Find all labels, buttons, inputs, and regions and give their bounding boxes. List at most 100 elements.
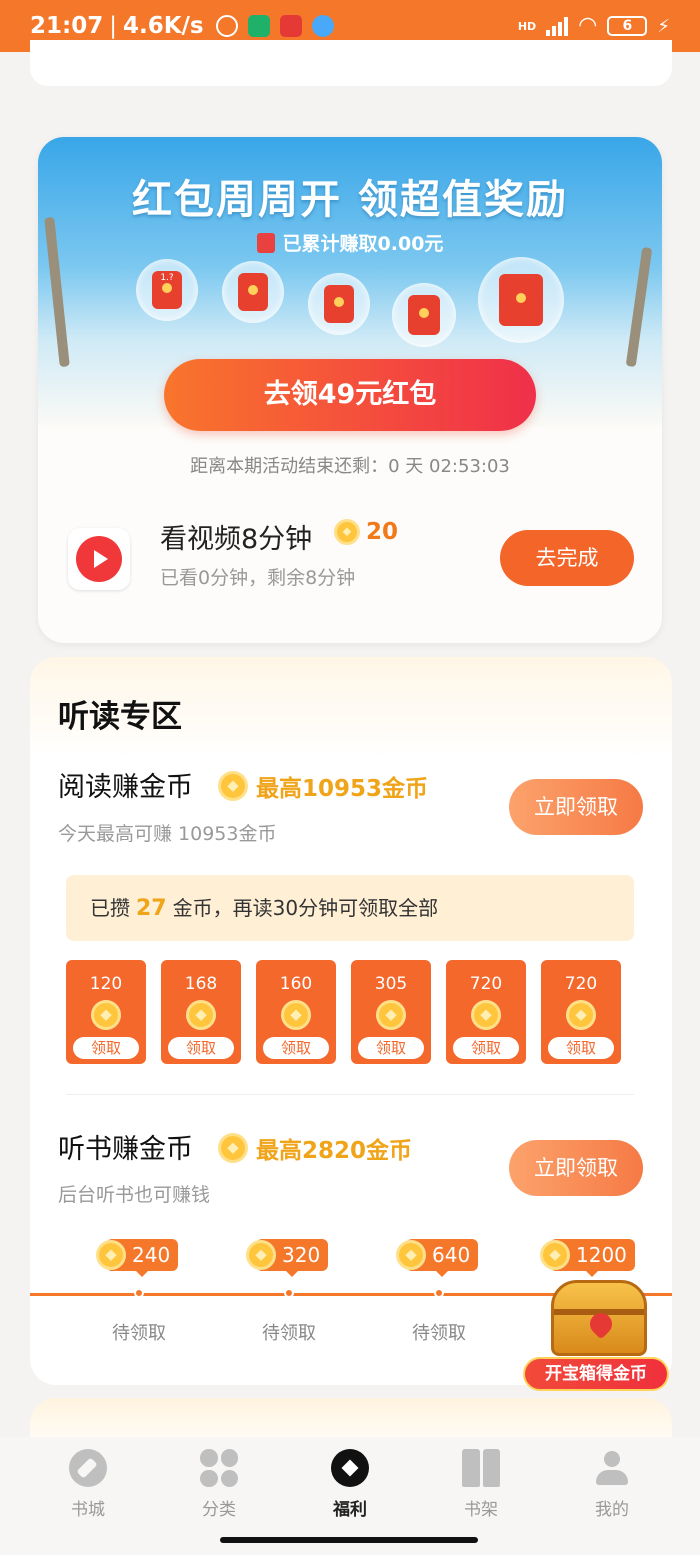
coin-icon <box>218 1133 248 1163</box>
compass-icon <box>69 1449 107 1487</box>
bubble-label: 1.? <box>160 273 174 283</box>
listen-max-label: 最高2820金币 <box>256 1138 413 1164</box>
reward-packet[interactable]: 120 领取 <box>66 960 146 1064</box>
reward-packet[interactable]: 720 领取 <box>446 960 526 1064</box>
go-complete-button[interactable]: 去完成 <box>500 530 634 586</box>
nav-welfare[interactable]: 福利 <box>310 1449 390 1520</box>
nav-label: 书架 <box>464 1500 498 1520</box>
reward-packet[interactable]: 160 领取 <box>256 960 336 1064</box>
watch-video-task: 看视频8分钟 20 已看0分钟，剩余8分钟 去完成 <box>38 515 662 605</box>
coin-icon <box>91 1000 121 1030</box>
home-indicator[interactable] <box>220 1537 478 1543</box>
progress-coins: 27 <box>136 896 167 921</box>
red-envelope-bubble-3[interactable] <box>308 273 370 335</box>
chat-app-icon <box>311 15 334 37</box>
category-grid-icon <box>200 1449 238 1487</box>
task-reward-value: 20 <box>366 519 399 545</box>
listen-earn-subtitle: 后台听书也可赚钱 <box>58 1184 211 1206</box>
read-progress-box: 已攒 27 金币，再读30分钟可领取全部 <box>66 875 634 941</box>
packet-claim-label[interactable]: 领取 <box>73 1037 139 1059</box>
nav-label: 福利 <box>333 1500 367 1520</box>
progress-prefix: 已攒 <box>90 896 130 920</box>
status-time: 21:07 <box>30 13 104 39</box>
coin-icon <box>218 771 248 801</box>
packet-claim-label[interactable]: 领取 <box>358 1037 424 1059</box>
progress-suffix: 金币，再读30分钟可领取全部 <box>172 896 439 920</box>
red-envelope-icon <box>324 285 354 323</box>
claim-49-yuan-button[interactable]: 去领49元红包 <box>164 359 536 431</box>
nav-bookstore[interactable]: 书城 <box>48 1449 128 1520</box>
packet-value: 120 <box>89 974 123 994</box>
milestone-value: 640 <box>432 1243 471 1267</box>
red-envelope-bubble-4[interactable] <box>392 283 456 347</box>
milestone-status: 待领取 <box>112 1323 166 1344</box>
listen-claim-button[interactable]: 立即领取 <box>509 1140 643 1196</box>
video-app-icon <box>68 528 130 590</box>
task-reward: 20 <box>334 519 398 545</box>
read-reward-packets: 120 领取 168 领取 160 领取 305 领取 720 领取 720 领取 <box>66 960 642 1064</box>
milestone-status: 待领取 <box>412 1323 466 1344</box>
earned-text: 已累计赚取0.00元 <box>282 233 444 255</box>
charging-icon: ⚡ <box>657 15 670 37</box>
read-earn-subtitle: 今天最高可赚 10953金币 <box>58 823 277 845</box>
read-max-reward: 最高10953金币 <box>218 769 428 803</box>
reward-packet[interactable]: 720 领取 <box>541 960 621 1064</box>
treasure-label: 开宝箱得金币 <box>523 1357 669 1391</box>
previous-card-remnant <box>30 40 672 86</box>
milestone-tag: 1200 <box>540 1239 635 1271</box>
zone-title: 听读专区 <box>58 699 182 735</box>
packet-claim-label[interactable]: 领取 <box>453 1037 519 1059</box>
heart-icon <box>585 1308 617 1340</box>
coin-icon <box>281 1000 311 1030</box>
community-app-icon <box>279 15 302 37</box>
coin-icon <box>540 1240 570 1270</box>
packet-claim-label[interactable]: 领取 <box>263 1037 329 1059</box>
nav-label: 书城 <box>71 1500 105 1520</box>
red-envelope-icon <box>238 273 268 311</box>
coin-icon <box>186 1000 216 1030</box>
packet-claim-label[interactable]: 领取 <box>548 1037 614 1059</box>
nav-category[interactable]: 分类 <box>179 1449 259 1520</box>
milestone-tag: 320 <box>246 1239 329 1271</box>
packet-value: 305 <box>374 974 408 994</box>
treasure-chest-widget[interactable]: 开宝箱得金币 <box>523 1272 669 1394</box>
status-right: HD ◠ 6 ⚡ <box>518 15 670 37</box>
coin-icon <box>396 1240 426 1270</box>
reward-packet[interactable]: 168 领取 <box>161 960 241 1064</box>
read-claim-button[interactable]: 立即领取 <box>509 779 643 835</box>
milestone-dot <box>134 1288 144 1298</box>
nav-bookshelf[interactable]: 书架 <box>441 1449 521 1520</box>
status-net-speed: 4.6K/s <box>122 13 204 39</box>
read-earn-title: 阅读赚金币 <box>58 772 193 803</box>
treasure-chest-icon <box>551 1280 647 1356</box>
earned-amount: 已累计赚取0.00元 <box>38 229 662 256</box>
nav-label: 分类 <box>202 1500 236 1520</box>
status-separator: | <box>109 13 117 39</box>
alarm-icon <box>215 15 238 37</box>
coin-icon <box>471 1000 501 1030</box>
red-envelope-mini-icon <box>256 233 275 253</box>
section-divider <box>66 1094 634 1095</box>
activity-countdown: 距离本期活动结束还剩：0 天 02:53:03 <box>190 456 510 477</box>
red-envelope-bubble-1[interactable]: 1.? <box>136 259 198 321</box>
listen-earn-title: 听书赚金币 <box>58 1134 193 1165</box>
packet-claim-label[interactable]: 领取 <box>168 1037 234 1059</box>
packet-value: 720 <box>469 974 503 994</box>
welfare-icon <box>331 1449 369 1487</box>
bookshelf-icon <box>462 1449 500 1487</box>
nav-profile[interactable]: 我的 <box>572 1449 652 1520</box>
milestone-tag: 240 <box>96 1239 179 1271</box>
listen-max-reward: 最高2820金币 <box>218 1131 412 1165</box>
reward-packet[interactable]: 305 领取 <box>351 960 431 1064</box>
profile-icon <box>593 1449 631 1487</box>
red-envelope-bubble-5[interactable] <box>478 257 564 343</box>
red-envelope-icon: 1.? <box>152 271 182 309</box>
signal-icon <box>546 16 569 36</box>
read-max-label: 最高10953金币 <box>256 776 429 802</box>
red-envelope-bubble-2[interactable] <box>222 261 284 323</box>
milestone-value: 320 <box>282 1243 321 1267</box>
network-type: HD <box>517 19 537 33</box>
coin-icon <box>566 1000 596 1030</box>
task-title: 看视频8分钟 <box>160 524 313 555</box>
packet-value: 720 <box>564 974 598 994</box>
